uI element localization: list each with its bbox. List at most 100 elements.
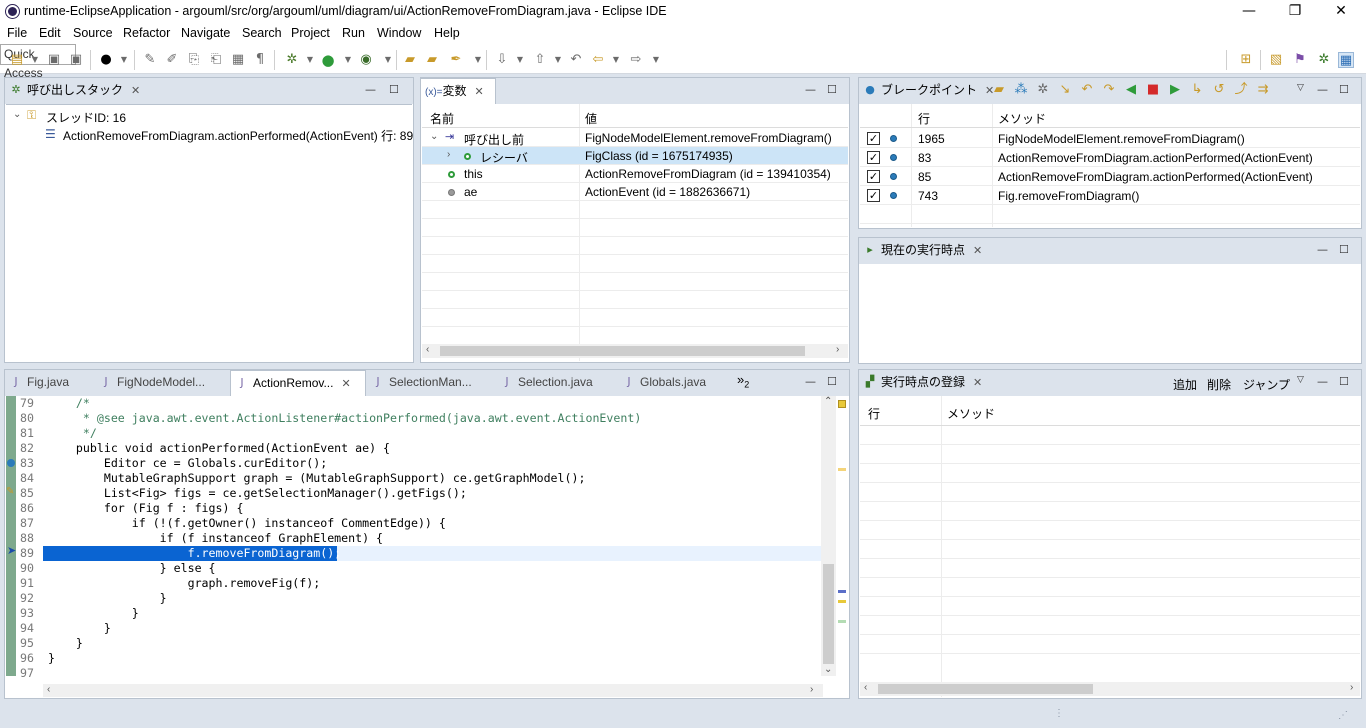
code-line[interactable]: } (48, 591, 167, 605)
code-line[interactable]: f.removeFromDiagram(); (48, 546, 342, 560)
prev-annotation-icon[interactable]: ⇧ (532, 52, 548, 68)
new-icon[interactable]: ▤ (9, 52, 25, 68)
maximize-icon[interactable]: ☐ (1339, 83, 1349, 96)
editor-tab[interactable]: J Fig.java (5, 370, 69, 396)
minimize-icon[interactable]: — (805, 83, 816, 96)
variable-name[interactable]: ae (464, 185, 477, 199)
minimize-icon[interactable]: — (805, 375, 816, 388)
debug-icon[interactable]: ✲ (284, 52, 300, 68)
scrollbar-thumb[interactable] (878, 684, 1093, 694)
dropdown-icon[interactable]: ▼ (470, 52, 486, 68)
overview-ruler-marker[interactable] (838, 620, 846, 623)
overview-ruler-marker[interactable] (838, 590, 846, 593)
pilcrow-icon[interactable]: ¶ (252, 52, 268, 68)
tab-callstack[interactable]: ✲ 呼び出しスタック ✕ (5, 78, 140, 104)
breakpoint-method[interactable]: ActionRemoveFromDiagram.actionPerformed(… (998, 151, 1313, 165)
column-header-name[interactable]: 名前 (430, 110, 454, 127)
breakpoint-line[interactable]: 83 (918, 151, 931, 165)
column-header-method[interactable]: メソッド (998, 110, 1046, 127)
step-return-icon[interactable]: ↳ (1189, 82, 1205, 98)
code-line[interactable]: */ (48, 426, 97, 440)
close-icon[interactable]: ✕ (131, 79, 140, 103)
dropdown-icon[interactable]: ▼ (648, 52, 664, 68)
overview-ruler-marker[interactable] (838, 468, 846, 471)
variable-value[interactable]: ActionRemoveFromDiagram (id = 139410354) (585, 167, 831, 181)
drop-frame-icon[interactable]: ↺ (1211, 82, 1227, 98)
variable-name[interactable]: 呼び出し前 (464, 131, 524, 148)
overview-ruler-marker[interactable] (838, 400, 846, 408)
group-icon[interactable]: ⁂ (1013, 82, 1029, 98)
toggle-icon[interactable]: ✎ (142, 52, 158, 68)
maximize-icon[interactable]: ☐ (827, 375, 837, 388)
menu-run[interactable]: Run (342, 26, 365, 40)
next-annotation-icon[interactable]: ⇩ (494, 52, 510, 68)
add-button[interactable]: 追加 (1173, 376, 1197, 393)
last-edit-icon[interactable]: ↶ (568, 52, 584, 68)
variable-value[interactable]: FigClass (id = 1675174935) (585, 149, 733, 163)
coverage-icon[interactable]: ◉ (358, 52, 374, 68)
tab-variables[interactable]: (x)=変数 ✕ (420, 78, 496, 104)
expand-icon[interactable]: ⌄ (13, 109, 21, 120)
code-line[interactable]: if (f instanceof GraphElement) { (48, 531, 383, 545)
breakpoint-line[interactable]: 85 (918, 170, 931, 184)
thread-label[interactable]: スレッドID: 16 (46, 109, 126, 126)
scrollbar-thumb[interactable] (823, 564, 834, 664)
close-icon[interactable]: ✕ (973, 239, 982, 263)
minimize-icon[interactable]: — (1317, 375, 1328, 388)
use-step-filters-icon[interactable]: ⤴ (1233, 82, 1249, 98)
variable-value[interactable]: ActionEvent (id = 1882636671) (585, 185, 750, 199)
breakpoint-checkbox[interactable]: ✓ (867, 170, 880, 183)
code-editor[interactable]: ➤ ✎ 79 /* 80 * @see java.awt.event.Action… (6, 396, 848, 697)
horizontal-scrollbar[interactable]: ‹ › (860, 682, 1360, 696)
vertical-scrollbar[interactable]: ⌃ ⌄ (821, 396, 836, 676)
tab-current-point[interactable]: ▸ 現在の実行時点 ✕ (859, 238, 982, 264)
restore-button[interactable]: ❐ (1272, 0, 1318, 24)
run-to-line-icon[interactable]: ⇉ (1255, 82, 1271, 98)
save-icon[interactable]: ▣ (46, 52, 62, 68)
code-line[interactable]: graph.removeFig(f); (48, 576, 321, 590)
minimize-icon[interactable]: — (1317, 83, 1328, 96)
menu-help[interactable]: Help (434, 26, 460, 40)
save-all-icon[interactable]: ▣ (68, 52, 84, 68)
step-over-icon[interactable]: ↷ (1101, 82, 1117, 98)
breakpoint-line[interactable]: 743 (918, 189, 938, 203)
view-menu-icon[interactable]: ▽ (1297, 83, 1304, 93)
mark-icon[interactable]: ✐ (164, 52, 180, 68)
step-into-icon[interactable]: ↘ (1057, 82, 1073, 98)
terminate-icon[interactable]: ■ (1145, 82, 1161, 98)
variable-name[interactable]: レシーバ (480, 149, 528, 166)
view-menu-icon[interactable]: ▽ (1297, 375, 1304, 385)
breakpoint-method[interactable]: ActionRemoveFromDiagram.actionPerformed(… (998, 170, 1313, 184)
menu-project[interactable]: Project (291, 26, 330, 40)
delete-button[interactable]: 削除 (1207, 376, 1231, 393)
dropdown-icon[interactable]: ▼ (302, 52, 318, 68)
column-header-line[interactable]: 行 (918, 110, 930, 127)
skip-icon[interactable]: ⎘ (186, 52, 202, 68)
editor-tab[interactable]: J Selection.java (496, 370, 592, 396)
open-folder-icon[interactable]: ▰ (424, 52, 440, 68)
open-type-icon[interactable]: ▰ (402, 52, 418, 68)
reverse-resume-icon[interactable]: ◀ (1123, 82, 1139, 98)
dropdown-icon[interactable]: ▼ (27, 52, 43, 68)
run-icon[interactable]: ● (320, 52, 336, 68)
resize-grip-icon[interactable]: ⋰ (1338, 710, 1348, 721)
column-header-line[interactable]: 行 (868, 405, 880, 422)
menu-navigate[interactable]: Navigate (181, 26, 230, 40)
dropdown-icon[interactable]: ▼ (340, 52, 356, 68)
column-header-value[interactable]: 値 (585, 110, 597, 127)
minimize-button[interactable]: — (1226, 0, 1272, 24)
team-perspective-icon[interactable]: ⚑ (1292, 52, 1308, 68)
code-line[interactable]: * @see java.awt.event.ActionListener#act… (48, 411, 641, 425)
code-line[interactable]: public void actionPerformed(ActionEvent … (48, 441, 390, 455)
stack-frame-label[interactable]: ActionRemoveFromDiagram.actionPerformed(… (63, 127, 413, 144)
open-perspective-icon[interactable]: ⊞ (1238, 52, 1254, 68)
block-icon[interactable]: ▦ (230, 52, 246, 68)
editor-tab[interactable]: J SelectionMan... (367, 370, 471, 396)
open-folder-icon[interactable]: ▰ (991, 82, 1007, 98)
breakpoint-checkbox[interactable]: ✓ (867, 151, 880, 164)
maximize-icon[interactable]: ☐ (389, 83, 399, 96)
menu-edit[interactable]: Edit (39, 26, 61, 40)
minimize-icon[interactable]: — (365, 83, 376, 96)
step-icon[interactable]: ⎗ (208, 52, 224, 68)
close-icon[interactable]: ✕ (475, 80, 484, 104)
